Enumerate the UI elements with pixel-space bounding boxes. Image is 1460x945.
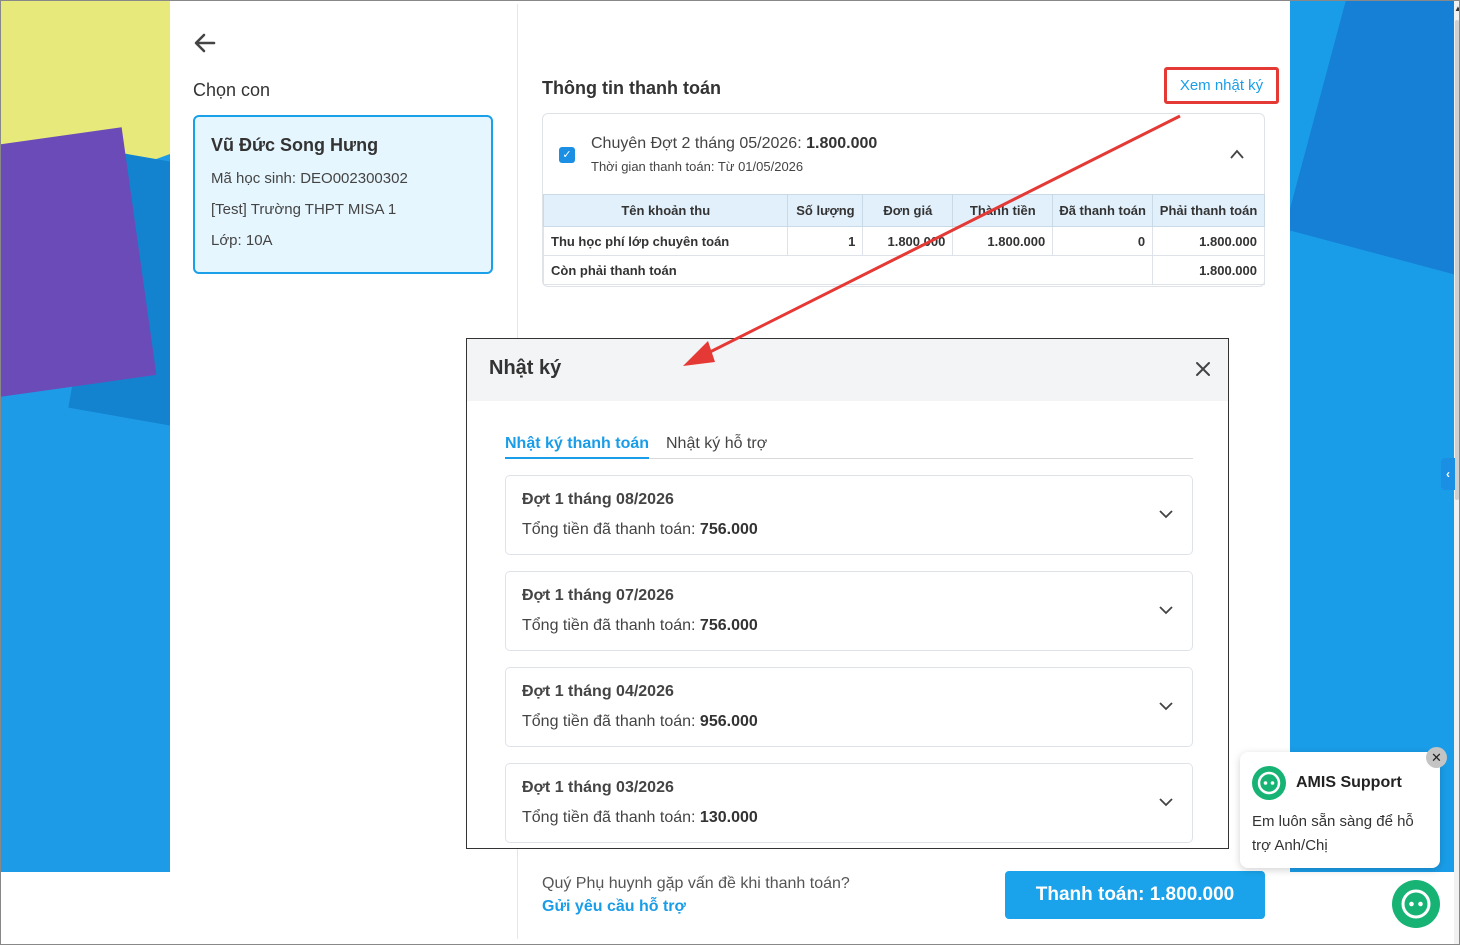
log-item-total: Tổng tiền đã thanh toán: 756.000 bbox=[522, 521, 758, 538]
table-row: Thu học phí lớp chuyên toán 1 1.800.000 … bbox=[542, 226, 1265, 256]
student-class: Lớp: 10A bbox=[211, 232, 273, 249]
choose-child-title: Chọn con bbox=[193, 80, 271, 100]
log-item[interactable]: Đợt 1 tháng 08/2026 Tổng tiền đã thanh t… bbox=[505, 475, 1193, 555]
view-log-link[interactable]: Xem nhật ký bbox=[1164, 67, 1279, 104]
table-header: Thành tiền bbox=[952, 194, 1054, 227]
chat-launcher-button[interactable] bbox=[1392, 880, 1440, 928]
chevron-down-icon[interactable] bbox=[1159, 797, 1173, 807]
support-logo-icon bbox=[1252, 766, 1286, 800]
table-header: Số lượng bbox=[787, 194, 864, 227]
side-panel-toggle[interactable]: ‹ bbox=[1441, 458, 1455, 490]
chevron-down-icon[interactable] bbox=[1159, 605, 1173, 615]
log-item-title: Đợt 1 tháng 03/2026 bbox=[522, 779, 674, 796]
payment-info-title: Thông tin thanh toán bbox=[542, 78, 721, 98]
modal-title: Nhật ký bbox=[489, 357, 562, 379]
table-header: Đã thanh toán bbox=[1052, 194, 1154, 227]
table-cell: 1.800.000 bbox=[952, 226, 1054, 256]
student-name: Vũ Đức Song Hưng bbox=[211, 135, 379, 155]
background-art-right bbox=[1290, 0, 1455, 872]
log-item[interactable]: Đợt 1 tháng 03/2026 Tổng tiền đã thanh t… bbox=[505, 763, 1193, 843]
student-school: [Test] Trường THPT MISA 1 bbox=[211, 201, 397, 218]
table-header: Đơn giá bbox=[862, 194, 954, 227]
tab-support-log[interactable]: Nhật ký hỗ trợ bbox=[666, 435, 767, 459]
log-item-total: Tổng tiền đã thanh toán: 756.000 bbox=[522, 617, 758, 634]
close-icon[interactable] bbox=[1193, 359, 1213, 379]
support-request-link[interactable]: Gửi yêu cầu hỗ trợ bbox=[542, 898, 686, 916]
close-icon[interactable]: ✕ bbox=[1426, 747, 1447, 768]
log-item-total: Tổng tiền đã thanh toán: 130.000 bbox=[522, 809, 758, 826]
log-item[interactable]: Đợt 1 tháng 07/2026 Tổng tiền đã thanh t… bbox=[505, 571, 1193, 651]
log-modal: Nhật ký Nhật ký thanh toán Nhật ký hỗ tr… bbox=[466, 338, 1229, 849]
fee-table: Tên khoản thu Số lượng Đơn giá Thành tiề… bbox=[542, 194, 1265, 285]
student-code: Mã học sinh: DEO002300302 bbox=[211, 170, 408, 187]
table-header: Phải thanh toán bbox=[1152, 194, 1265, 227]
log-tabs: Nhật ký thanh toán Nhật ký hỗ trợ bbox=[505, 435, 1193, 459]
table-row: Còn phải thanh toán 1.800.000 bbox=[542, 255, 1265, 285]
table-cell: Thu học phí lớp chuyên toán bbox=[542, 226, 789, 256]
background-art-left bbox=[0, 0, 170, 872]
support-chat-card[interactable]: AMIS Support Em luôn sẵn sàng để hỗ trợ … bbox=[1240, 752, 1440, 868]
log-item-title: Đợt 1 tháng 04/2026 bbox=[522, 683, 674, 700]
log-item-total: Tổng tiền đã thanh toán: 956.000 bbox=[522, 713, 758, 730]
scroll-thumb[interactable] bbox=[1455, 20, 1459, 500]
payment-item-title: Chuyên Đợt 2 tháng 05/2026: 1.800.000 bbox=[591, 135, 878, 152]
table-cell: 0 bbox=[1052, 226, 1154, 256]
payment-item-time: Thời gian thanh toán: Từ 01/05/2026 bbox=[591, 159, 804, 174]
support-message: Em luôn sẵn sàng để hỗ trợ Anh/Chị bbox=[1252, 813, 1414, 854]
log-item-title: Đợt 1 tháng 07/2026 bbox=[522, 587, 674, 604]
table-cell: 1.800.000 bbox=[862, 226, 954, 256]
tab-payment-log[interactable]: Nhật ký thanh toán bbox=[505, 435, 650, 459]
log-item-title: Đợt 1 tháng 08/2026 bbox=[522, 491, 674, 508]
support-name: AMIS Support bbox=[1296, 774, 1402, 791]
pay-button[interactable]: Thanh toán: 1.800.000 bbox=[1005, 871, 1265, 919]
remaining-value: 1.800.000 bbox=[1152, 255, 1265, 285]
remaining-label: Còn phải thanh toán bbox=[542, 255, 1154, 285]
table-header: Tên khoản thu bbox=[542, 194, 789, 227]
scroll-up-icon[interactable]: ▲ bbox=[1454, 4, 1460, 13]
log-item[interactable]: Đợt 1 tháng 04/2026 Tổng tiền đã thanh t… bbox=[505, 667, 1193, 747]
payment-item-card: ✓ Chuyên Đợt 2 tháng 05/2026: 1.800.000 … bbox=[542, 113, 1265, 287]
help-text: Quý Phụ huynh gặp vấn đề khi thanh toán? bbox=[542, 875, 850, 892]
table-cell: 1 bbox=[787, 226, 864, 256]
modal-header: Nhật ký bbox=[467, 339, 1228, 401]
back-arrow-icon[interactable] bbox=[192, 30, 218, 56]
chevron-up-icon[interactable] bbox=[1229, 148, 1245, 160]
student-card[interactable]: Vũ Đức Song Hưng Mã học sinh: DEO0023003… bbox=[193, 115, 493, 274]
chevron-down-icon[interactable] bbox=[1159, 509, 1173, 519]
checkbox-checked-icon[interactable]: ✓ bbox=[559, 147, 575, 163]
chevron-down-icon[interactable] bbox=[1159, 701, 1173, 711]
chat-icon bbox=[1401, 889, 1431, 919]
table-cell: 1.800.000 bbox=[1152, 226, 1265, 256]
